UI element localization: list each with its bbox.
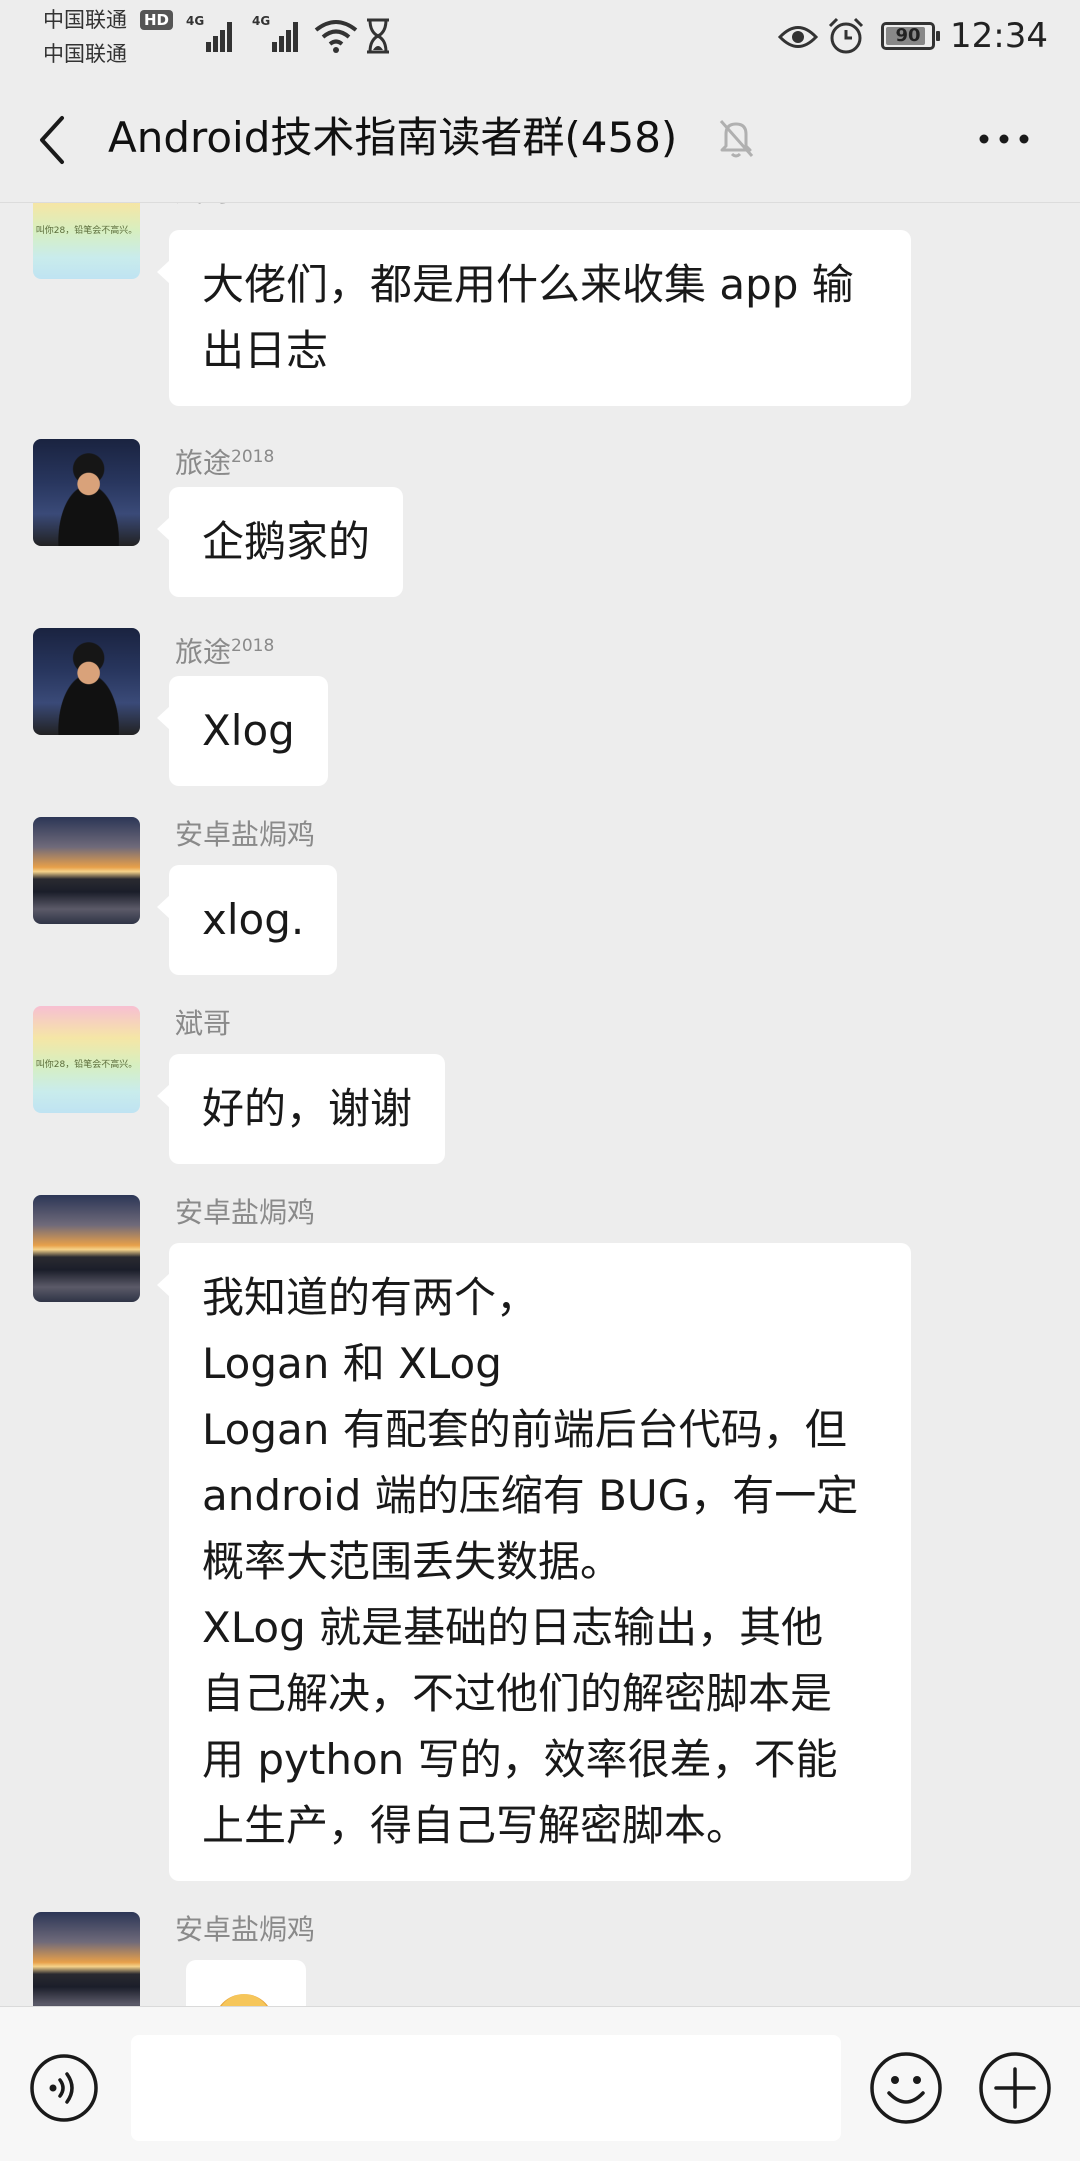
message-bubble[interactable]: 大佬们，都是用什么来收集 app 输 出日志: [157, 230, 911, 406]
battery-icon: 90: [881, 22, 940, 50]
voice-icon[interactable]: [29, 2053, 99, 2123]
status-bar: 中国联通 中国联通 HD 4G 4G 90 12:34: [0, 0, 1080, 72]
message-text: 自己解决，不过他们的解密脚本是: [202, 1669, 833, 1718]
mute-bell-icon: [719, 120, 754, 158]
message-text: Xlog: [202, 706, 295, 755]
avatar-text: 叫你28，铅笔会不高兴。: [35, 226, 138, 237]
sender-suffix: 2018: [231, 636, 275, 656]
message-bubble[interactable]: 好的，谢谢: [156, 1054, 446, 1164]
sender-name: 斌哥: [175, 1007, 232, 1040]
message-text: xlog.: [202, 895, 305, 944]
avatar[interactable]: 叫你28，铅笔会不高兴。: [33, 202, 140, 279]
message-text: 企鹅家的: [202, 517, 371, 566]
sender-name: 安卓盐焗鸡: [175, 818, 316, 851]
avatar-text: 叫你28，铅笔会不高兴。: [35, 1060, 138, 1071]
emoji-icon[interactable]: [869, 2051, 943, 2125]
message-text: 大佬们，都是用什么来收集 app 输: [202, 260, 854, 309]
more-icon[interactable]: [976, 124, 1032, 154]
sender-name: 安卓盐焗鸡: [175, 1913, 316, 1946]
wifi-icon: [314, 20, 358, 53]
message-text: XLog 就是基础的日志输出，其他: [202, 1603, 824, 1652]
avatar[interactable]: [33, 1195, 140, 1302]
network-type-label-secondary: 4G: [252, 14, 271, 28]
hd-badge: HD: [140, 10, 174, 30]
battery-percent: 90: [895, 25, 921, 46]
sender-name: 斌哥: [175, 202, 231, 210]
carrier-label-secondary: 中国联通: [43, 42, 127, 66]
alarm-icon: [828, 17, 864, 54]
signal-icon-secondary: 4G: [252, 14, 300, 52]
hourglass-icon: [367, 18, 389, 54]
sender-suffix: 2018: [231, 447, 275, 467]
message-text: 出日志: [202, 326, 329, 375]
chat-title: Android技术指南读者群(458): [108, 113, 678, 162]
sender-name: 安卓盐焗鸡: [175, 1196, 316, 1229]
message-list[interactable]: 叫你28，铅笔会不高兴。 斌哥 大佬们，都是用什么来收集 app 输 出日志 旅…: [0, 202, 1080, 2006]
carrier-label: 中国联通: [43, 8, 127, 32]
message-text: 概率大范围丢失数据。: [202, 1537, 623, 1586]
message-text: 用 python 写的，效率很差，不能: [202, 1735, 838, 1784]
back-arrow-icon[interactable]: [34, 112, 70, 168]
clock: 12:34: [950, 16, 1048, 56]
eye-icon: [778, 26, 818, 48]
message-text: android 端的压缩有 BUG，有一定: [202, 1471, 859, 1520]
cat-sticker[interactable]: [186, 1960, 306, 2006]
cat-face-icon: [214, 1994, 274, 2006]
message-bubble[interactable]: xlog.: [156, 865, 338, 975]
avatar[interactable]: 叫你28，铅笔会不高兴。: [33, 1006, 140, 1113]
plus-icon[interactable]: [978, 2051, 1052, 2125]
message-input[interactable]: [131, 2035, 841, 2141]
sender-name: 旅途2018: [175, 446, 275, 480]
signal-icon: 4G: [186, 14, 234, 52]
sender-name: 旅途2018: [175, 635, 275, 669]
network-type-label: 4G: [186, 14, 205, 28]
avatar[interactable]: [33, 817, 140, 924]
message-text: 上生产，得自己写解密脚本。: [202, 1801, 749, 1850]
message-text: Logan 有配套的前端后台代码，但: [202, 1405, 847, 1454]
message-text: 我知道的有两个，: [202, 1273, 539, 1322]
message-bubble[interactable]: 我知道的有两个， Logan 和 XLog Logan 有配套的前端后台代码，但…: [157, 1243, 911, 1881]
input-bar: [0, 2006, 1080, 2161]
message-text: 好的，谢谢: [202, 1084, 413, 1133]
avatar[interactable]: [33, 628, 140, 735]
title-bar: Android技术指南读者群(458): [0, 72, 1080, 203]
message-bubble[interactable]: 企鹅家的: [156, 487, 404, 597]
message-text: Logan 和 XLog: [202, 1339, 502, 1388]
avatar[interactable]: [33, 439, 140, 546]
avatar[interactable]: [33, 1912, 140, 2006]
message-bubble[interactable]: Xlog: [157, 676, 328, 786]
